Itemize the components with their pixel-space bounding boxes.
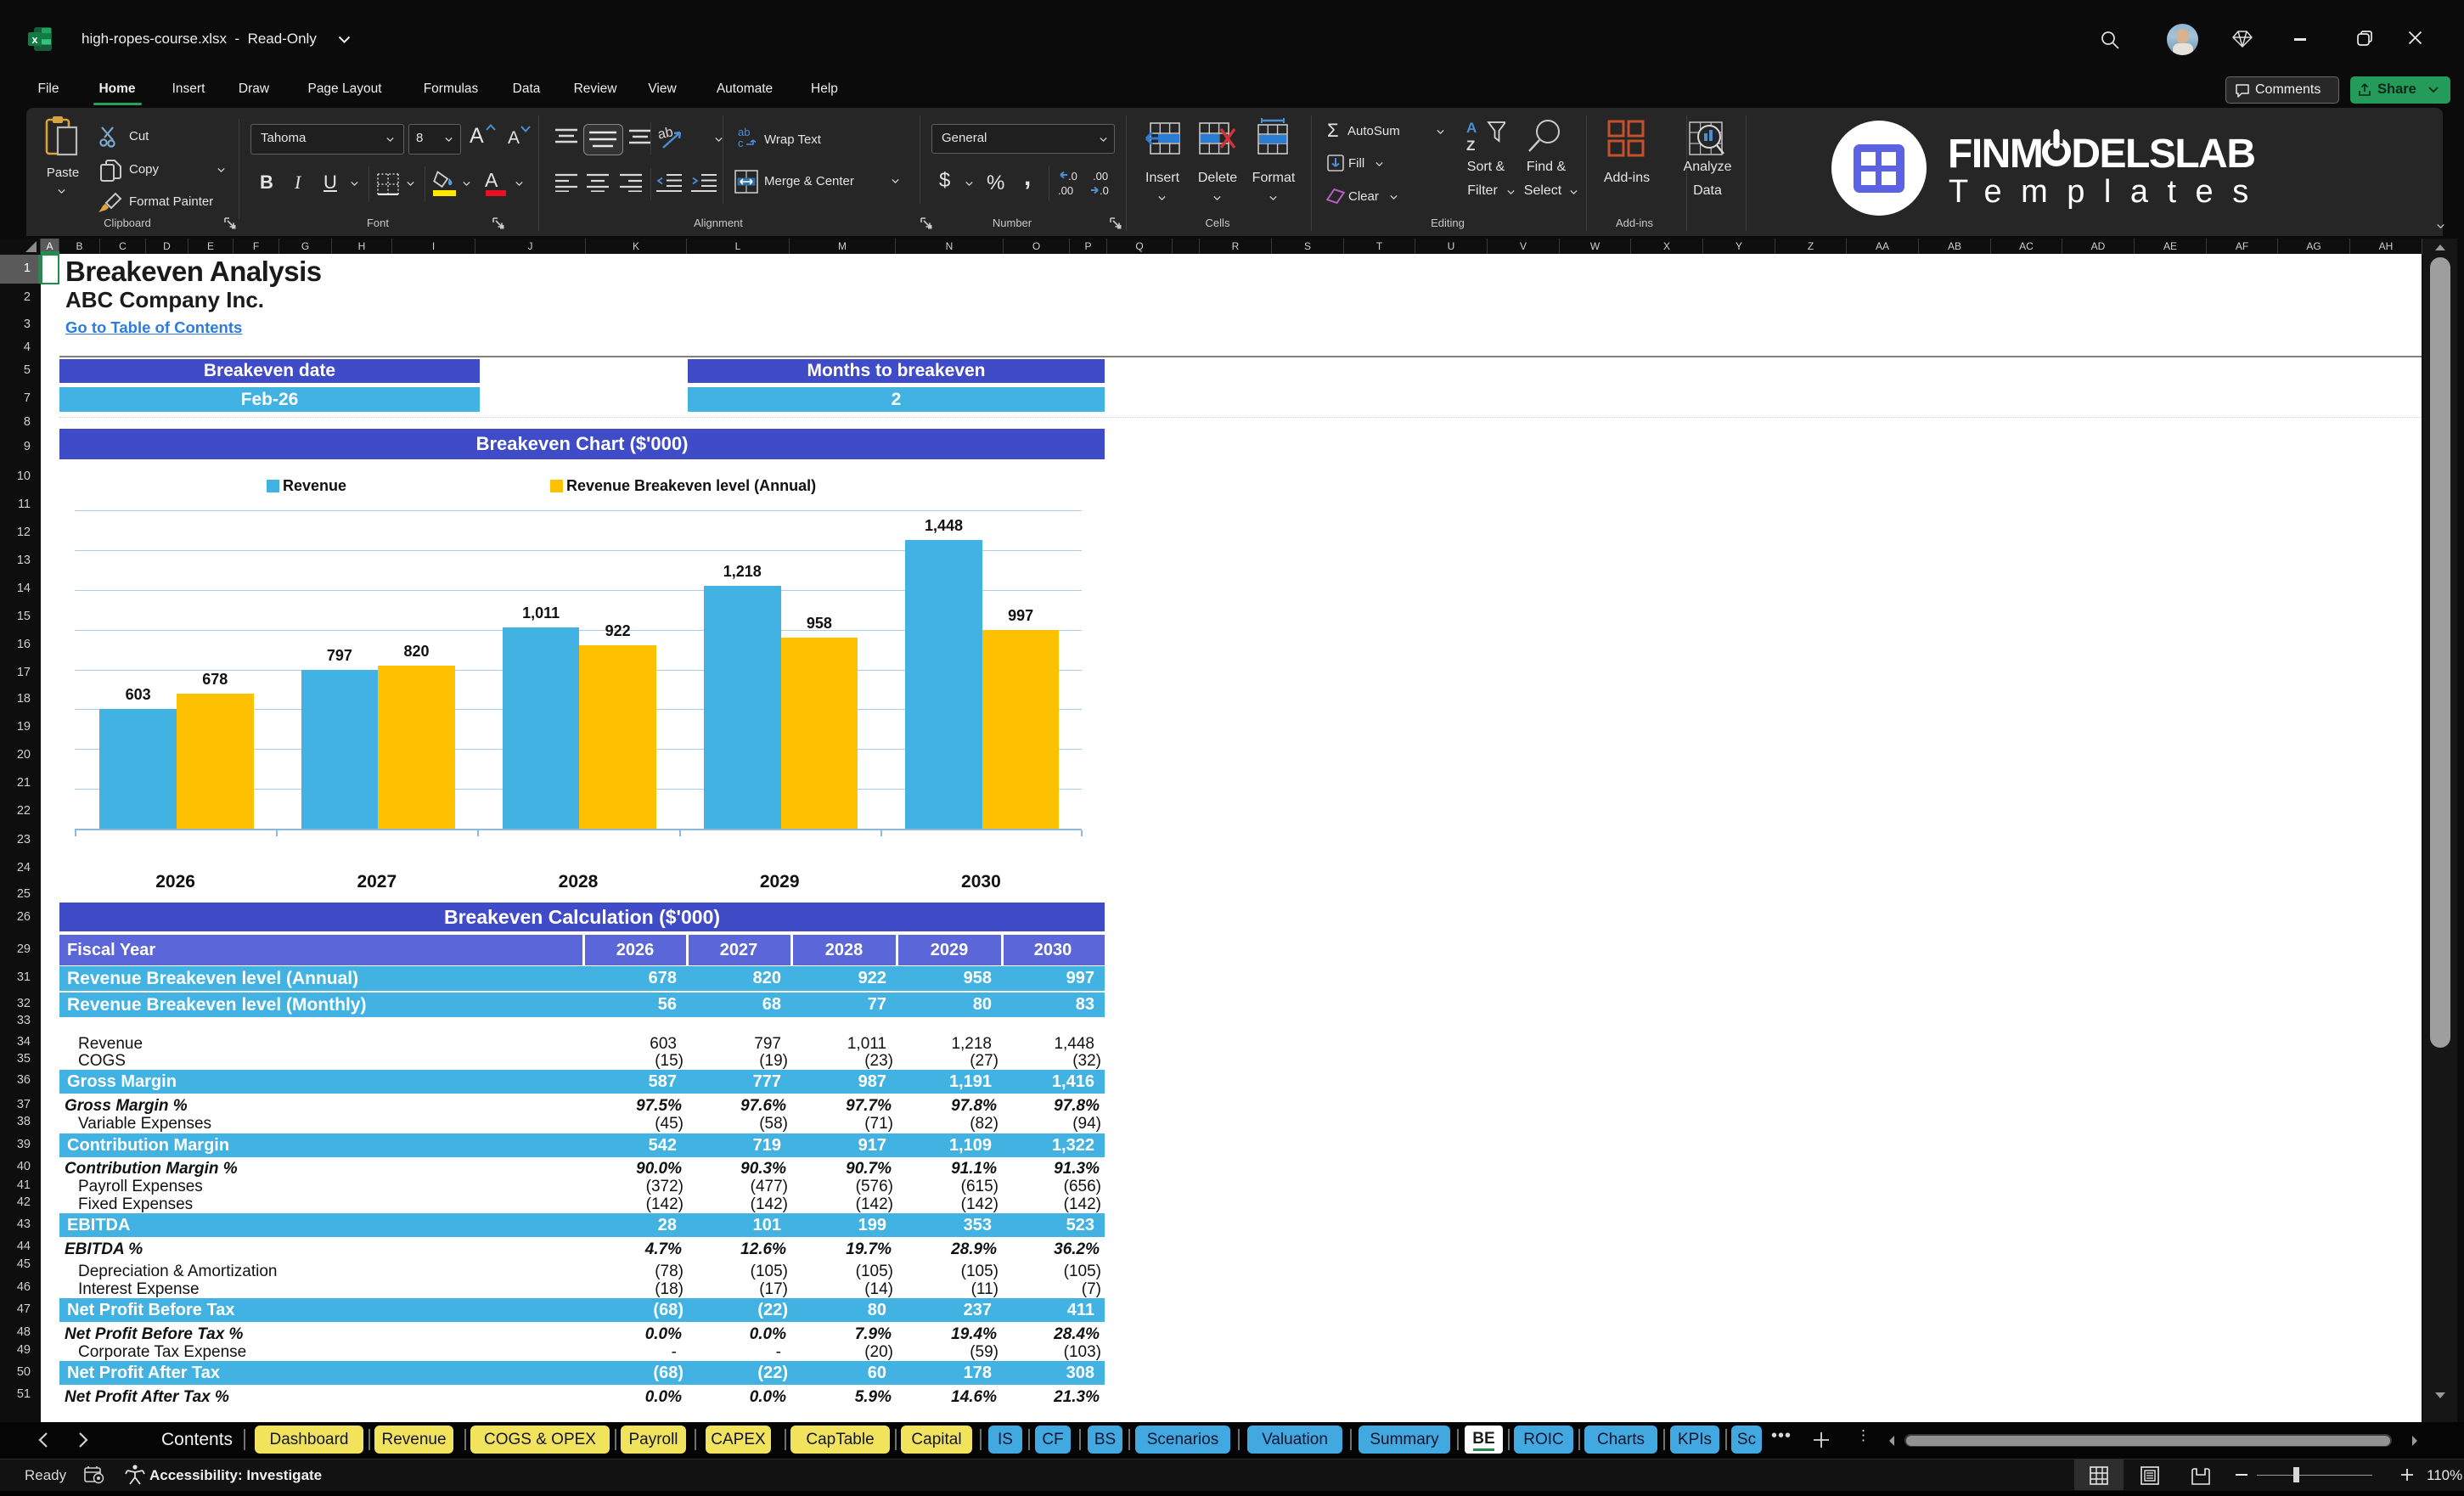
svg-text:.00: .00 <box>1093 170 1108 183</box>
svg-text:x: x <box>31 33 38 46</box>
svg-text:.0: .0 <box>1100 184 1109 197</box>
svg-text:.00: .00 <box>1058 184 1073 197</box>
svg-text:.0: .0 <box>1068 170 1077 183</box>
svg-text:c: c <box>738 137 744 149</box>
svg-text:Z: Z <box>1466 138 1475 153</box>
svg-text:A: A <box>1466 120 1477 136</box>
